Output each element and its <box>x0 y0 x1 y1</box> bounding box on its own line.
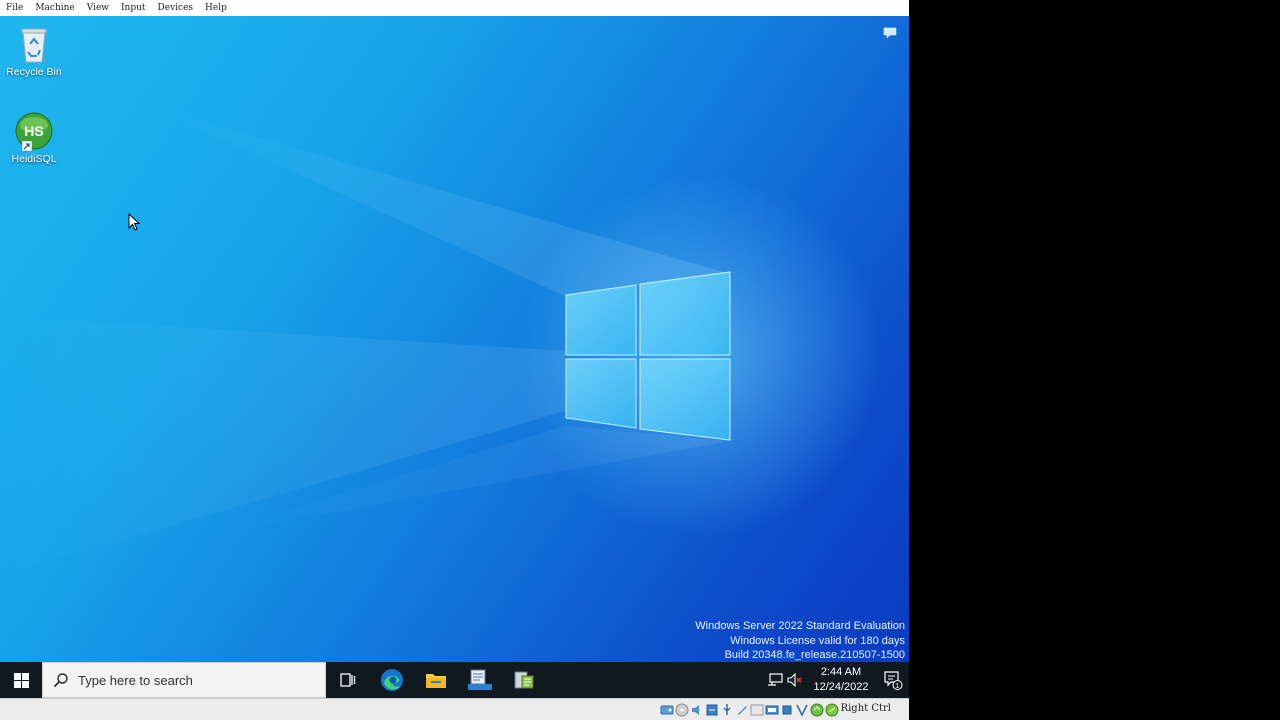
audio-status-icon[interactable] <box>690 702 704 716</box>
heidisql-badge: HS <box>24 123 43 139</box>
menu-help[interactable]: Help <box>199 0 233 16</box>
mouse-cursor-icon <box>128 213 140 231</box>
shared-folders-status-icon[interactable] <box>735 702 749 716</box>
volume-tray-button[interactable] <box>785 662 805 698</box>
menu-file[interactable]: File <box>0 0 29 16</box>
mouse-integration-status-icon[interactable] <box>810 702 824 717</box>
hard-disk-status-icon[interactable] <box>660 702 674 716</box>
windows-start-icon <box>13 672 29 688</box>
taskbar: 2:44 AM 12/24/2022 1 <box>0 662 909 698</box>
heidisql-icon: HS <box>14 111 54 151</box>
taskbar-clock[interactable]: 2:44 AM 12/24/2022 <box>805 665 877 695</box>
windows-logo-wallpaper <box>565 271 731 441</box>
clock-time: 2:44 AM <box>820 666 862 678</box>
tool-icon <box>514 671 534 689</box>
host-key-label[interactable]: Right Ctrl <box>841 703 891 714</box>
edge-icon <box>381 669 403 691</box>
desktop-icon-recycle-bin[interactable]: Recycle Bin <box>3 24 65 78</box>
video-capture-status-icon[interactable] <box>765 702 779 716</box>
server-manager-taskbar-button[interactable] <box>458 662 502 698</box>
menu-view[interactable]: View <box>81 0 115 16</box>
action-center-button[interactable]: 1 <box>877 662 909 698</box>
tools-taskbar-button[interactable] <box>502 662 546 698</box>
file-explorer-icon <box>426 674 446 688</box>
watermark-build: Build 20348.fe_release.210507-1500 <box>724 649 905 661</box>
desktop-icon-heidisql[interactable]: HS HeidiSQL <box>3 111 65 165</box>
search-input[interactable] <box>78 672 308 688</box>
taskbar-search-box[interactable] <box>42 662 326 698</box>
notification-bubble-icon[interactable] <box>883 27 897 39</box>
recycle-bin-icon <box>14 24 54 64</box>
desktop[interactable]: Recycle Bin HS HeidiSQL Windows Server 2… <box>0 16 909 662</box>
clock-date: 12/24/2022 <box>813 681 869 693</box>
cpu-status-icon[interactable] <box>780 702 794 716</box>
menu-devices[interactable]: Devices <box>152 0 200 16</box>
network-tray-button[interactable] <box>765 662 785 698</box>
notification-count: 1 <box>896 683 900 690</box>
network-status-icon[interactable] <box>705 702 719 716</box>
menubar: File Machine View Input Devices Help <box>0 0 909 16</box>
wallpaper-light-beams <box>0 106 730 576</box>
keyboard-status-icon[interactable] <box>825 702 839 717</box>
edge-taskbar-button[interactable] <box>370 662 414 698</box>
shortcut-arrow-icon <box>22 141 32 151</box>
file-explorer-taskbar-button[interactable] <box>414 662 458 698</box>
server-manager-icon <box>468 669 492 690</box>
system-tray: 2:44 AM 12/24/2022 1 <box>765 662 909 698</box>
virtualbox-window: File Machine View Input Devices Help Rec… <box>0 0 909 720</box>
menu-input[interactable]: Input <box>115 0 152 16</box>
watermark-edition: Windows Server 2022 Standard Evaluation <box>695 620 905 632</box>
vm-device-icons <box>660 702 839 717</box>
action-center-icon: 1 <box>884 671 903 690</box>
display-status-icon[interactable] <box>750 702 764 716</box>
desktop-icon-label: Recycle Bin <box>6 66 62 78</box>
search-icon <box>53 673 68 688</box>
vm-statusbar: Right Ctrl <box>0 698 909 720</box>
network-icon <box>768 673 783 686</box>
usb-status-icon[interactable] <box>720 702 734 716</box>
watermark-license: Windows License valid for 180 days <box>730 634 905 647</box>
windows-watermark: Windows Server 2022 Standard Evaluation … <box>695 619 905 662</box>
optical-drive-status-icon[interactable] <box>675 702 689 717</box>
menu-machine[interactable]: Machine <box>29 0 80 16</box>
start-button[interactable] <box>0 662 42 698</box>
desktop-icon-label: HeidiSQL <box>11 153 57 165</box>
volume-muted-icon <box>787 673 802 687</box>
vt-x-status-icon[interactable] <box>795 702 809 717</box>
task-view-icon <box>340 673 356 687</box>
task-view-button[interactable] <box>326 662 370 698</box>
